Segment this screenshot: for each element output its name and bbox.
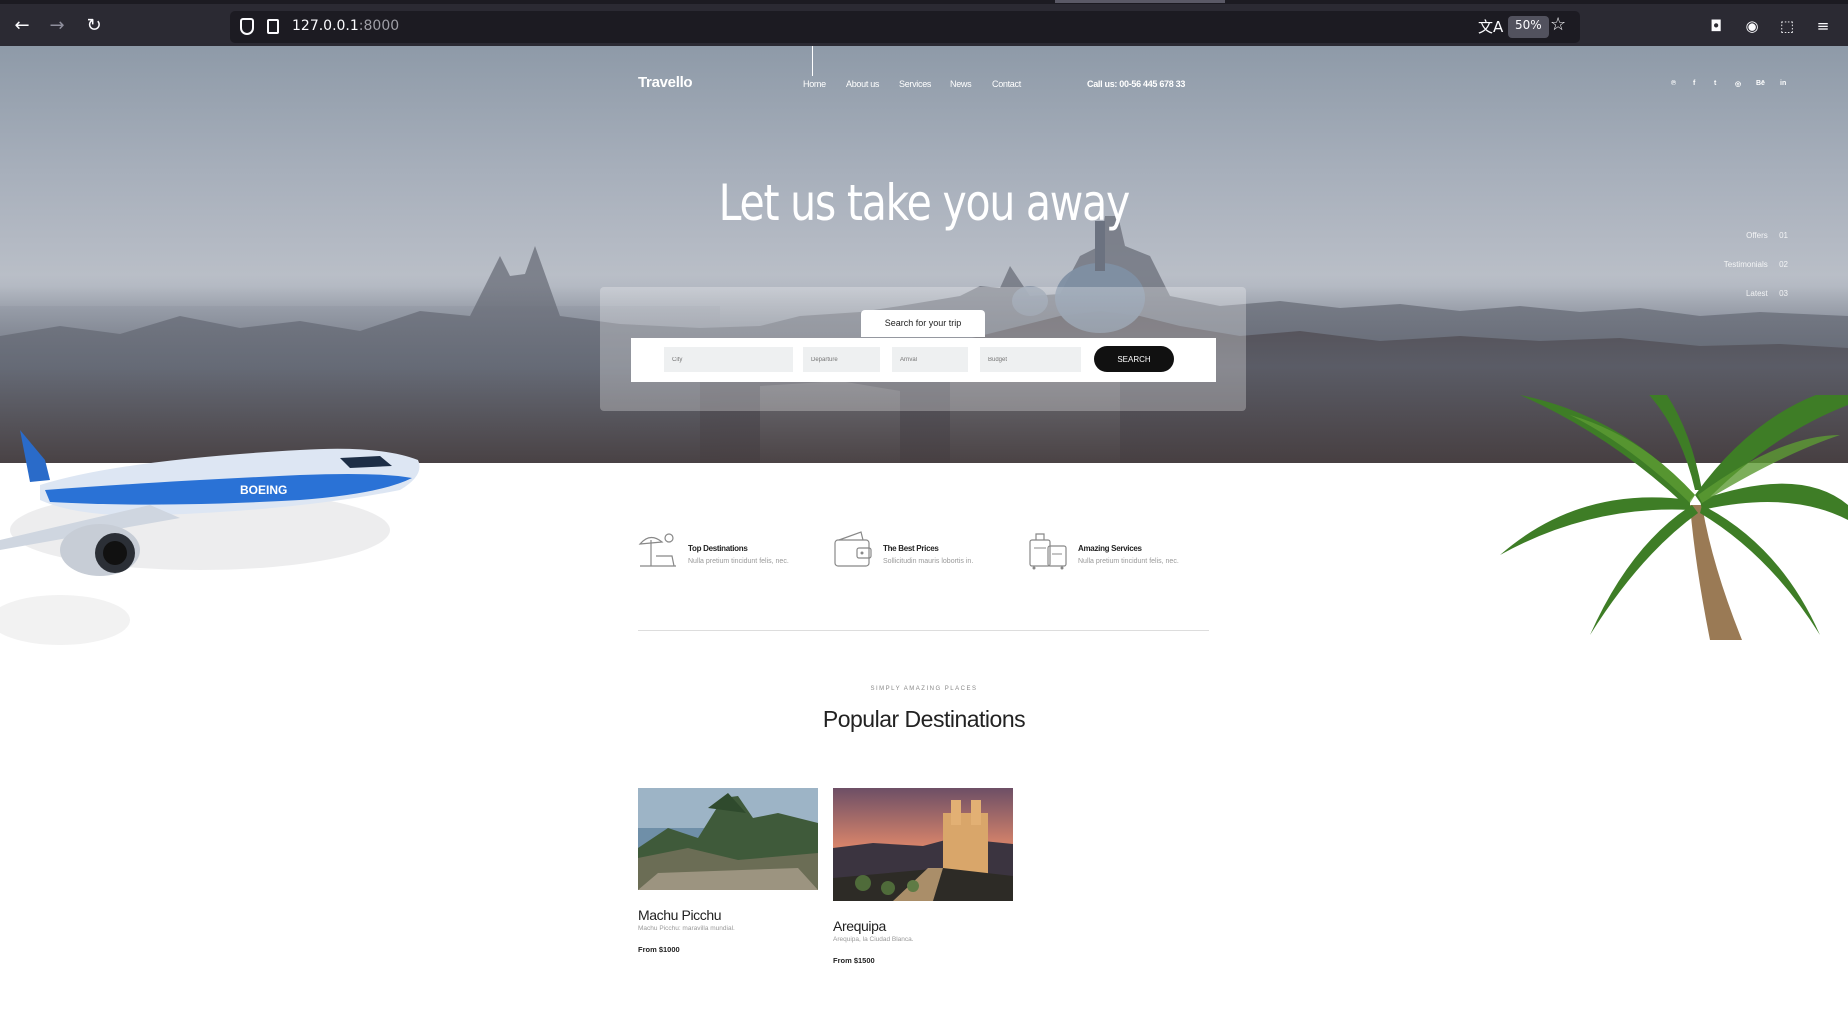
destination-card-machu-picchu[interactable]: Machu Picchu Machu Picchu: maravilla mun… (638, 788, 818, 954)
feature-description: Nulla pretium tincidunt felis, nec. (1078, 558, 1179, 565)
section-title: Popular Destinations (822, 706, 1026, 732)
reload-icon[interactable]: ↻ (82, 14, 106, 38)
bookmark-star-icon[interactable]: ☆ (1550, 14, 1566, 35)
facebook-icon[interactable]: f (1693, 80, 1695, 87)
extensions-icon[interactable]: ⬚ (1778, 17, 1796, 35)
feature-description: Sollicitudin mauris lobortis in. (883, 558, 974, 565)
feature-title: Top Destinations (688, 544, 748, 553)
section-divider (638, 630, 1209, 631)
side-nav-offers[interactable]: Offers 01 (1746, 231, 1788, 240)
card-price: From $1500 (833, 956, 875, 965)
palm-tree-image (1500, 395, 1848, 640)
city-field[interactable] (664, 347, 793, 372)
budget-field[interactable] (980, 347, 1081, 372)
behance-icon[interactable]: Bē (1756, 80, 1765, 87)
card-description: Machu Picchu: maravilla mundial. (638, 925, 735, 932)
search-form: SEARCH (631, 338, 1216, 382)
departure-field[interactable] (803, 347, 880, 372)
url-port: :8000 (358, 18, 400, 34)
search-button[interactable]: SEARCH (1094, 346, 1174, 372)
airplane-image: BOEING (0, 430, 420, 645)
card-description: Arequipa, la Ciudad Blanca. (833, 936, 914, 943)
site-logo[interactable]: Travello (638, 74, 693, 91)
card-title[interactable]: Machu Picchu (638, 907, 818, 923)
url-host: 127.0.0.1 (292, 18, 359, 34)
tab-indicator (1055, 0, 1225, 3)
side-nav-label: Latest (1745, 289, 1768, 298)
browser-toolbar: ← → ↻ 127.0.0.1:8000 文A 50% ☆ ◘ ◉ ⬚ ≡ (0, 0, 1848, 46)
hero-top-line (812, 46, 813, 76)
svg-text:BOEING: BOEING (240, 483, 287, 497)
arequipa-photo[interactable] (833, 788, 1013, 901)
nav-contact[interactable]: Contact (992, 79, 1021, 89)
side-nav-number: 01 (1779, 231, 1788, 240)
arrival-field[interactable] (892, 347, 968, 372)
luggage-icon (1029, 533, 1067, 570)
dribbble-icon[interactable]: ◎ (1735, 80, 1741, 88)
address-bar[interactable]: 127.0.0.1:8000 文A 50% ☆ (230, 11, 1580, 43)
wallet-icon (834, 531, 872, 567)
url-text[interactable]: 127.0.0.1:8000 (292, 18, 399, 34)
translate-icon[interactable]: 文A (1478, 16, 1503, 37)
section-kicker: SIMPLY AMAZING PLACES (870, 686, 978, 692)
nav-services[interactable]: Services (899, 79, 931, 89)
feature-title: Amazing Services (1078, 544, 1142, 553)
nav-news[interactable]: News (950, 79, 972, 89)
pinterest-icon[interactable]: ℗ (1671, 80, 1676, 87)
feature-description: Nulla pretium tincidunt felis, nec. (688, 558, 789, 565)
destination-card-arequipa[interactable]: Arequipa Arequipa, la Ciudad Blanca. Fro… (833, 788, 1013, 965)
side-nav-label: Offers (1746, 231, 1768, 240)
card-title[interactable]: Arequipa (833, 918, 1013, 934)
menu-icon[interactable]: ≡ (1814, 17, 1832, 35)
search-tab[interactable]: Search for your trip (861, 310, 985, 337)
side-nav-label: Testimonials (1723, 260, 1768, 269)
shield-icon[interactable] (240, 18, 254, 35)
nav-home[interactable]: Home (803, 79, 826, 89)
machu-picchu-photo[interactable] (638, 788, 818, 890)
call-us-text: Call us: 00-56 445 678 33 (1087, 79, 1186, 89)
side-nav-number: 03 (1779, 289, 1788, 298)
forward-icon[interactable]: → (45, 14, 69, 38)
back-icon[interactable]: ← (10, 14, 34, 38)
card-price: From $1000 (638, 945, 680, 954)
beach-umbrella-icon (638, 533, 676, 567)
side-nav-latest[interactable]: Latest 03 (1746, 289, 1788, 298)
feature-title: The Best Prices (883, 544, 939, 553)
zoom-level[interactable]: 50% (1508, 16, 1549, 38)
side-nav-testimonials[interactable]: Testimonials 02 (1724, 260, 1788, 269)
linkedin-icon[interactable]: in (1780, 80, 1786, 87)
pocket-icon[interactable]: ◘ (1707, 17, 1725, 35)
account-icon[interactable]: ◉ (1743, 17, 1761, 35)
nav-about[interactable]: About us (846, 79, 879, 89)
page-icon[interactable] (267, 19, 279, 34)
hero-title: Let us take you away (718, 174, 1131, 232)
side-nav-number: 02 (1779, 260, 1788, 269)
twitter-icon[interactable]: t (1714, 80, 1716, 87)
